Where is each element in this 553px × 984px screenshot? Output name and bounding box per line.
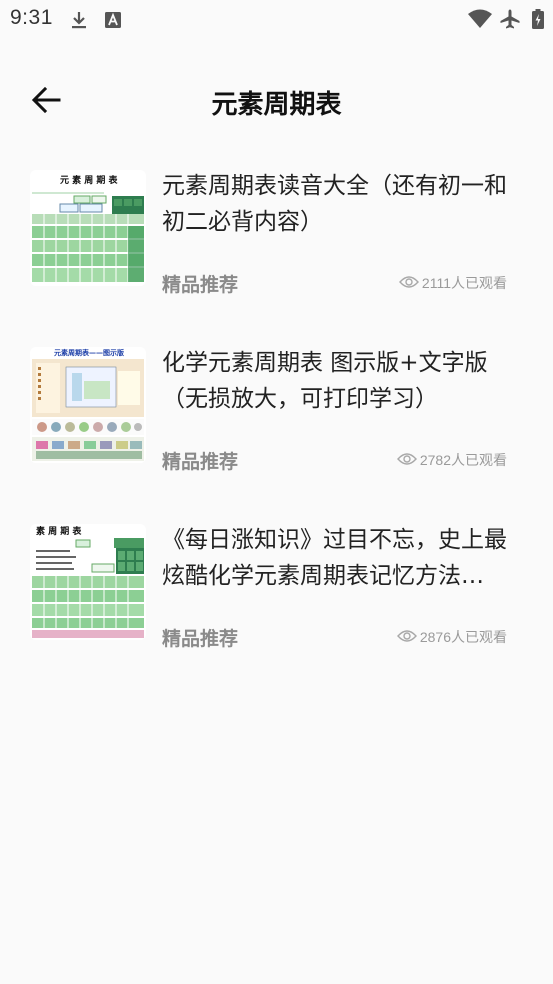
- thumb-caption: 元素周期表——图示版: [54, 348, 124, 357]
- article-tag: 精品推荐: [162, 274, 239, 296]
- eye-icon: [398, 275, 419, 292]
- thumb-caption: 素 周 期 表: [36, 525, 82, 537]
- article-title: 化学元素周期表 图示版+文字版（无损放大，可打印学习）: [162, 350, 488, 412]
- article-item[interactable]: 元 素 周 期 表 元素周期表读音大全（还有初一和初二必背内容） 精品推荐 21…: [0, 162, 553, 339]
- thumb-caption: 元 素 周 期 表: [60, 174, 119, 186]
- view-count: 2876人已观看: [396, 627, 507, 647]
- view-count-text: 2782人已观看: [419, 452, 507, 468]
- article-title: 《每日涨知识》过目不忘，史上最炫酷化学元素周期表记忆方法…: [162, 527, 507, 589]
- view-count-text: 2111人已观看: [421, 275, 507, 291]
- wifi-icon: [467, 8, 492, 30]
- article-thumbnail: 元素周期表——图示版: [30, 347, 146, 463]
- text-app-icon: [102, 9, 124, 31]
- article-list: 元 素 周 期 表 元素周期表读音大全（还有初一和初二必背内容） 精品推荐 21…: [0, 162, 553, 693]
- status-bar: 9:31: [0, 0, 553, 38]
- airplane-icon: [499, 8, 521, 30]
- download-icon: [68, 9, 90, 31]
- page-title: 元素周期表: [211, 90, 342, 120]
- article-thumbnail: 元 素 周 期 表: [30, 170, 146, 286]
- article-item[interactable]: 元素周期表——图示版 化学元素周期表 图示版+文字版（无损放大，可打印学习） 精…: [0, 339, 553, 516]
- view-count: 2782人已观看: [396, 450, 507, 470]
- article-item[interactable]: 素 周 期 表 《每日涨知识》过目不忘，史上最炫酷化学元素周期表记忆方法… 精品…: [0, 516, 553, 693]
- article-tag: 精品推荐: [162, 451, 239, 473]
- article-title: 元素周期表读音大全（还有初一和初二必背内容）: [162, 173, 507, 235]
- battery-charging-icon: [531, 8, 545, 30]
- view-count-text: 2876人已观看: [419, 629, 507, 645]
- article-thumbnail: 素 周 期 表: [30, 524, 146, 640]
- eye-icon: [396, 629, 417, 646]
- status-time: 9:31: [10, 6, 53, 29]
- article-tag: 精品推荐: [162, 628, 239, 650]
- view-count: 2111人已观看: [398, 273, 507, 293]
- eye-icon: [396, 452, 417, 469]
- app-bar: 元素周期表: [0, 62, 553, 142]
